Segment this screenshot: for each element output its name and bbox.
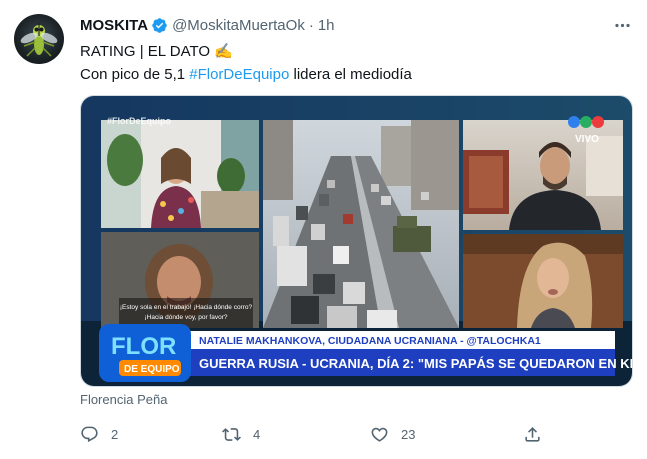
lower-third-name: NATALIE MAKHANKOVA, CIUDADANA UCRANIANA … bbox=[199, 335, 541, 347]
share-button[interactable] bbox=[523, 422, 554, 446]
hashtag-watermark: #FlorDeEquipo bbox=[107, 116, 172, 126]
tweet-header: MOSKITA @MoskitaMuertaOk · 1h bbox=[80, 14, 335, 36]
author-handle[interactable]: @MoskitaMuertaOk bbox=[172, 17, 305, 34]
interview-panel: ¡Estoy sola en el trabajo! ¡Hacia dónde … bbox=[101, 232, 259, 328]
logo-flor: FLOR bbox=[111, 333, 176, 360]
man-video-panel bbox=[463, 120, 623, 230]
tweet[interactable]: MOSKITA @MoskitaMuertaOk · 1h RATING | E… bbox=[0, 0, 647, 459]
retweet-icon bbox=[222, 427, 241, 441]
tweet-text-line-2: Con pico de 5,1 #FlorDeEquipo lidera el … bbox=[80, 63, 412, 86]
traffic-panel bbox=[263, 120, 459, 328]
like-button[interactable]: 23 bbox=[370, 422, 415, 446]
share-icon bbox=[525, 426, 540, 442]
avatar[interactable] bbox=[14, 14, 64, 64]
channel-logo bbox=[568, 116, 604, 128]
logo-equipo: DE EQUIPO bbox=[124, 364, 180, 375]
reply-button[interactable]: 2 bbox=[80, 422, 118, 446]
mosquito-avatar-icon bbox=[20, 23, 58, 57]
author-name[interactable]: MOSKITA bbox=[80, 17, 148, 34]
tweet-actions: 2 4 23 bbox=[80, 422, 550, 446]
studio-panel bbox=[101, 120, 259, 228]
like-icon bbox=[371, 427, 388, 442]
tweet-text-suffix: lidera el mediodía bbox=[289, 66, 412, 83]
like-count: 23 bbox=[401, 426, 416, 442]
tweet-media[interactable]: ¡Estoy sola en el trabajo! ¡Hacia dónde … bbox=[80, 95, 633, 387]
retweet-count: 4 bbox=[253, 426, 261, 442]
subtitle-line-2: ¡Hacia dónde voy, por favor? bbox=[145, 314, 228, 321]
tweet-text-prefix: Con pico de 5,1 bbox=[80, 66, 190, 83]
lower-third-headline: GUERRA RUSIA - UCRANIA, DÍA 2: "MIS PAPÁ… bbox=[199, 356, 632, 371]
tweet-text-line-1: RATING | EL DATO ✍️ bbox=[80, 43, 233, 60]
lower-third: NATALIE MAKHANKOVA, CIUDADANA UCRANIANA … bbox=[187, 331, 632, 376]
separator-dot: · bbox=[308, 16, 314, 34]
more-icon bbox=[614, 23, 630, 27]
timestamp[interactable]: 1h bbox=[318, 17, 335, 34]
verified-badge-icon bbox=[152, 17, 167, 33]
reply-icon bbox=[81, 426, 98, 442]
show-logo: FLOR DE EQUIPO bbox=[99, 324, 191, 382]
more-button[interactable] bbox=[611, 14, 633, 36]
media-caption[interactable]: Florencia Peña bbox=[80, 392, 167, 407]
woman-video-panel bbox=[463, 234, 623, 328]
tweet-text: RATING | EL DATO ✍️ Con pico de 5,1 #Flo… bbox=[80, 40, 412, 86]
live-label: VIVO bbox=[575, 134, 599, 145]
subtitle-line-1: ¡Estoy sola en el trabajo! ¡Hacia dónde … bbox=[120, 304, 253, 311]
reply-count: 2 bbox=[111, 426, 119, 442]
hashtag-link[interactable]: #FlorDeEquipo bbox=[189, 66, 289, 83]
tv-screenshot-image: ¡Estoy sola en el trabajo! ¡Hacia dónde … bbox=[81, 96, 632, 386]
retweet-button[interactable]: 4 bbox=[222, 422, 260, 446]
